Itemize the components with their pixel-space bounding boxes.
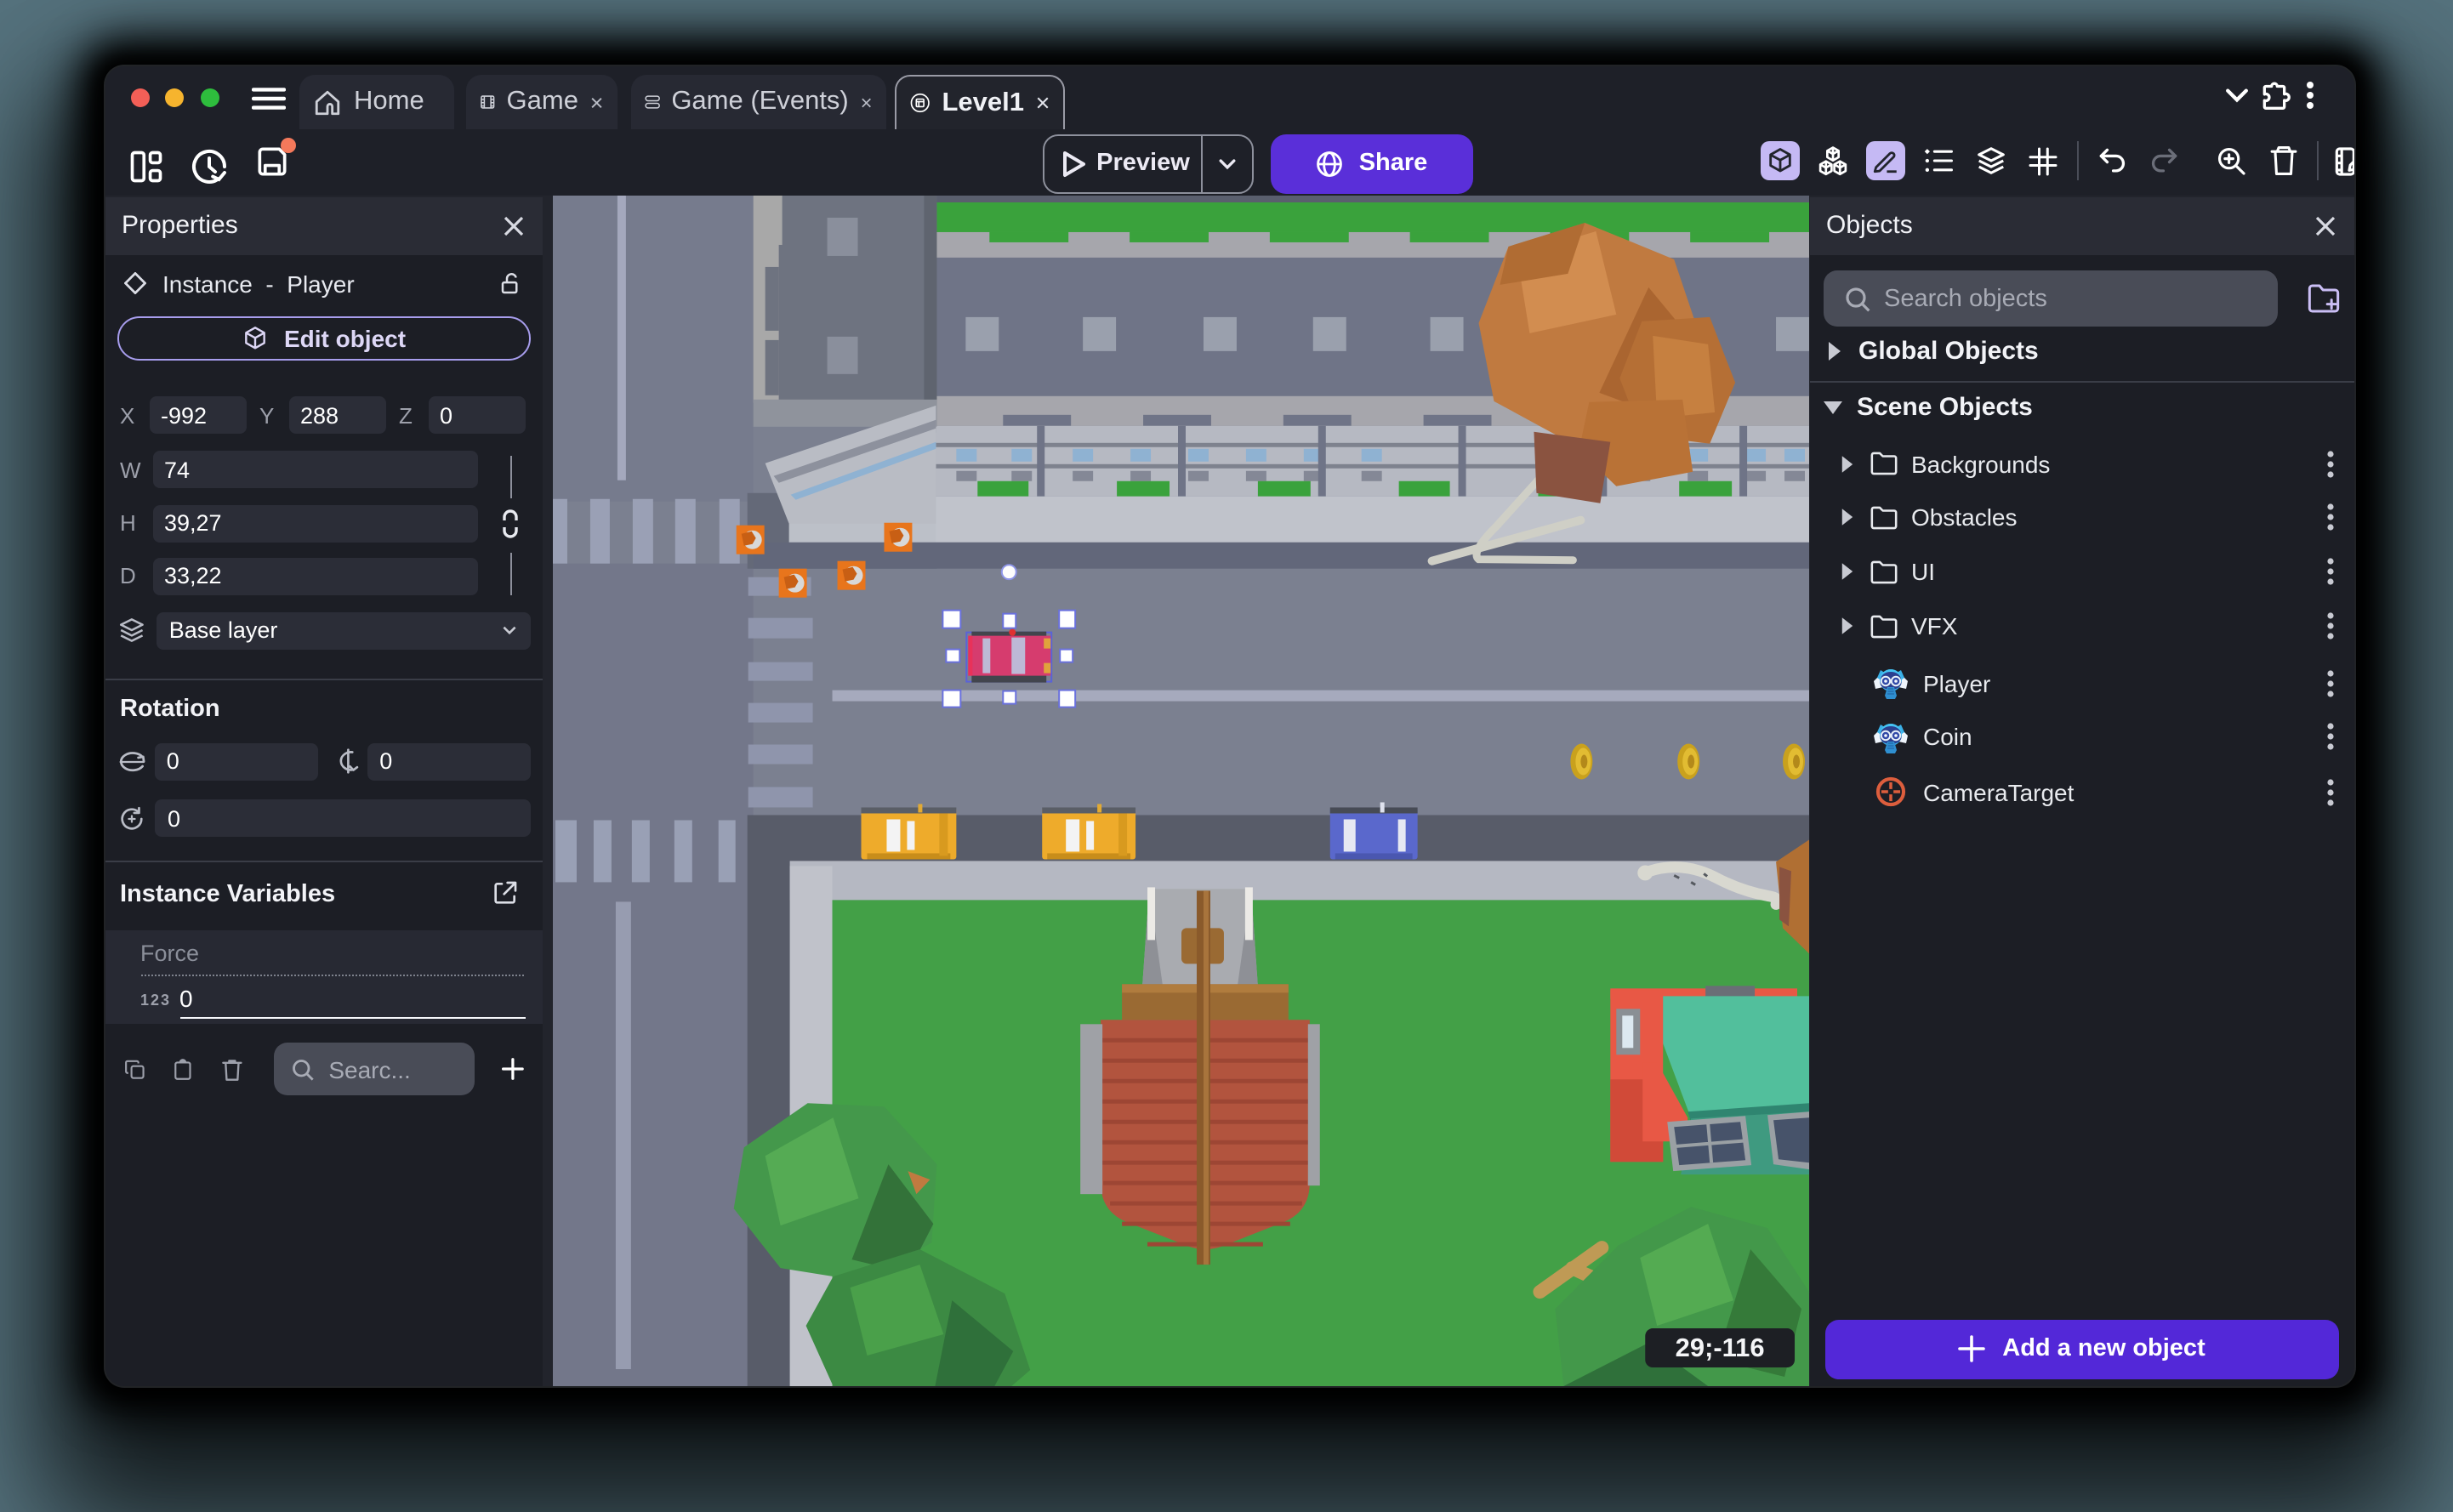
- svg-text:29;-116: 29;-116: [1676, 1333, 1765, 1362]
